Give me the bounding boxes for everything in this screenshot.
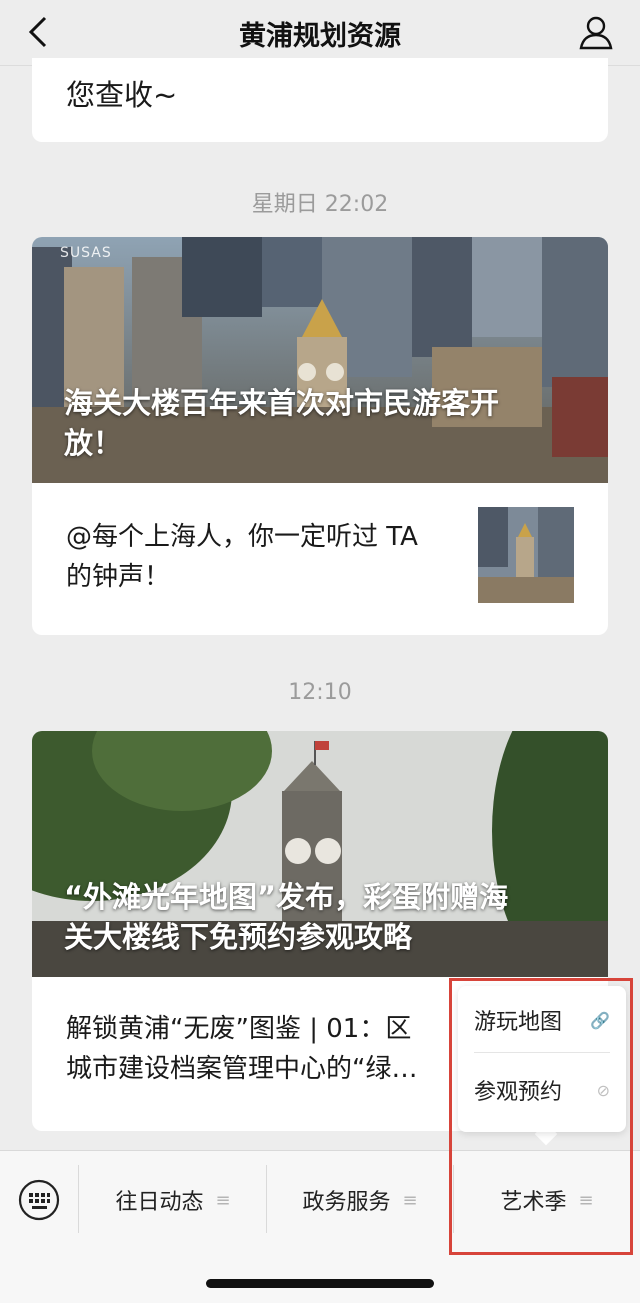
article-cover-image[interactable]: “外滩光年地图”发布，彩蛋附赠海 关大楼线下免预约参观攻略 [32,731,608,977]
message-tail-text: 您查收~ [66,78,178,112]
user-icon [579,16,613,50]
highlight-box [449,978,633,1255]
watermark-text: SUSAS [60,245,112,261]
customs-house-thumbnail-image [478,507,574,603]
keyboard-toggle-button[interactable] [18,1179,60,1221]
article-title: “外滩光年地图”发布，彩蛋附赠海 关大楼线下免预约参观攻略 [64,880,509,954]
article-card-customs-house[interactable]: SUSAS 海关大楼百年来首次对市民游客开 放！ @每个上海人，你一定听过 TA… [32,237,608,635]
menu-lines-icon: ≡ [402,1189,418,1211]
menu-divider [78,1165,79,1233]
menu-lines-icon: ≡ [215,1189,231,1211]
page-title: 黄浦规划资源 [239,21,401,52]
top-bar: 黄浦规划资源 [0,0,640,66]
home-indicator [206,1279,434,1288]
profile-button[interactable] [574,10,618,54]
article-thumbnail[interactable] [478,507,574,603]
article-subtitle: 解锁黄浦“无废”图鉴 | 01：区 城市建设档案管理中心的“绿… [66,1014,418,1084]
keyboard-icon [18,1179,60,1221]
article-title: 海关大楼百年来首次对市民游客开 放！ [64,386,500,460]
message-timestamp: 星期日 22:02 [251,192,389,217]
article-cover-image[interactable]: SUSAS 海关大楼百年来首次对市民游客开 放！ [32,237,608,483]
menu-item-government-services[interactable]: 政务服务 ≡ [267,1179,453,1221]
message-timestamp: 12:10 [288,680,352,705]
message-card-previous[interactable]: 您查收~ [32,58,608,142]
menu-item-past-news[interactable]: 往日动态 ≡ [80,1179,266,1221]
article-subtitle: @每个上海人，你一定听过 TA 的钟声！ [66,522,418,592]
